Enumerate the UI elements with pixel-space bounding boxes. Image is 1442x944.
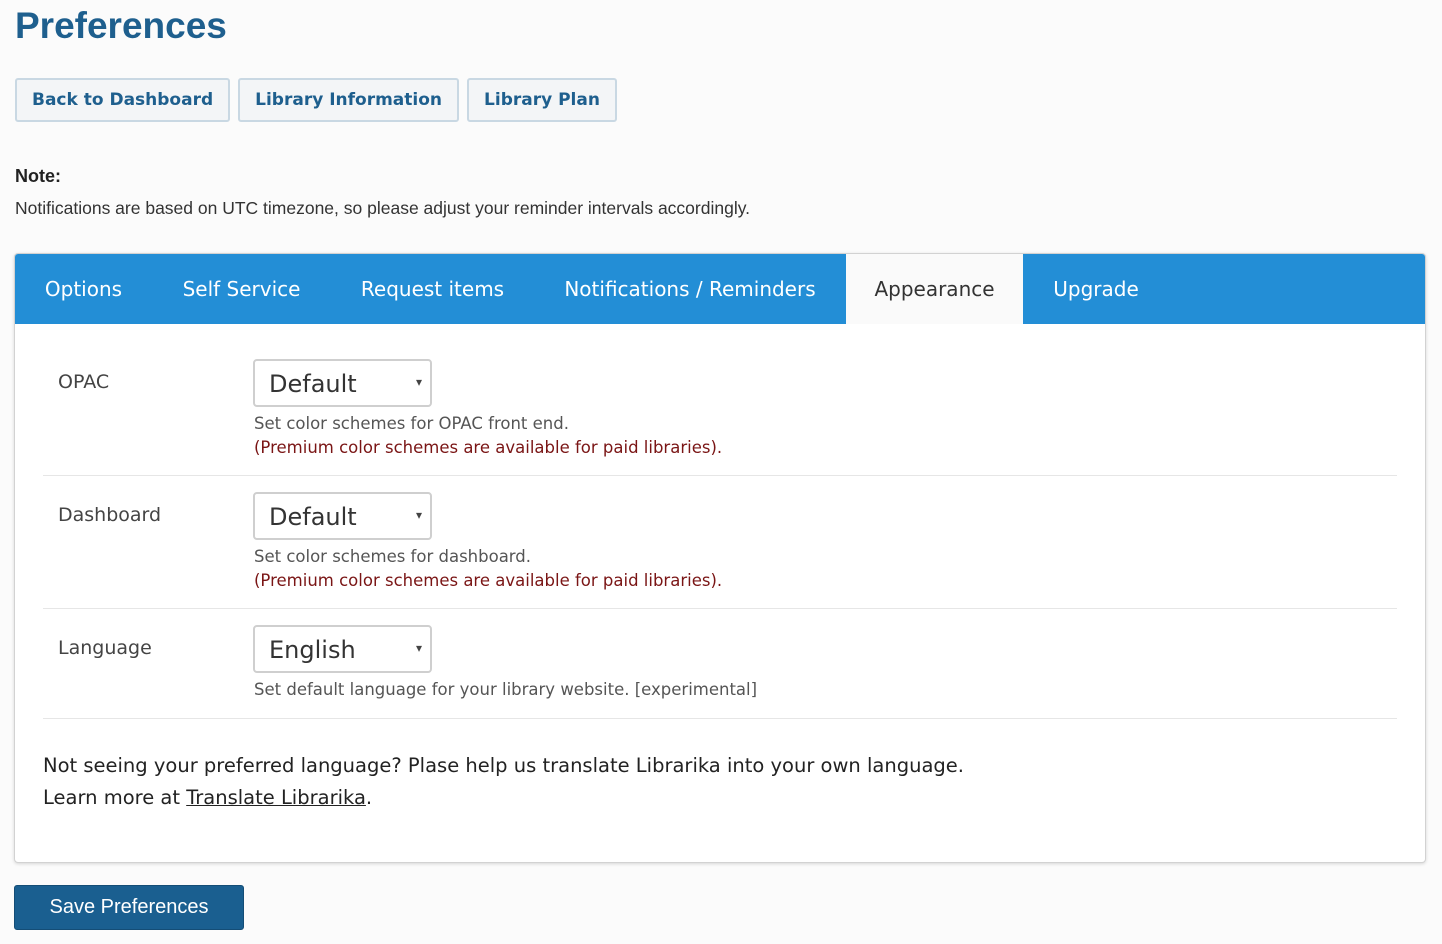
tab-appearance[interactable]: Appearance: [846, 254, 1023, 324]
chevron-down-icon: ▾: [415, 508, 422, 522]
language-label: Language: [58, 637, 152, 659]
opac-select[interactable]: Default ▾: [253, 359, 432, 407]
learn-more-prefix: Learn more at: [43, 786, 187, 809]
back-to-dashboard-button[interactable]: Back to Dashboard: [15, 78, 231, 122]
tab-bar: Options Self Service Request items Notif…: [15, 254, 1425, 324]
dashboard-label: Dashboard: [58, 504, 162, 526]
preferences-card: Options Self Service Request items Notif…: [14, 253, 1426, 863]
save-preferences-button[interactable]: Save Preferences: [14, 885, 244, 930]
note-title: Note:: [15, 166, 61, 186]
opac-row: OPAC Default ▾ Set color schemes for OPA…: [43, 359, 1397, 476]
translation-learn-more: Learn more at Translate Librarika.: [43, 786, 372, 809]
translate-librarika-link[interactable]: Translate Librarika: [186, 786, 366, 809]
tab-self-service[interactable]: Self Service: [152, 254, 331, 324]
translation-prompt: Not seeing your preferred language? Plas…: [43, 754, 964, 777]
language-row: Language English ▾ Set default language …: [43, 625, 1397, 719]
tab-options[interactable]: Options: [15, 254, 152, 324]
note-text: Notifications are based on UTC timezone,…: [15, 198, 751, 218]
language-select-value: English: [269, 636, 356, 664]
opac-premium-note: (Premium color schemes are available for…: [254, 438, 723, 457]
dashboard-premium-note: (Premium color schemes are available for…: [254, 571, 723, 590]
opac-help-text: Set color schemes for OPAC front end.: [254, 414, 569, 433]
tab-request-items[interactable]: Request items: [331, 254, 534, 324]
tab-upgrade[interactable]: Upgrade: [1023, 254, 1169, 324]
dashboard-select-value: Default: [269, 503, 357, 531]
tab-notifications-reminders[interactable]: Notifications / Reminders: [534, 254, 846, 324]
library-information-button[interactable]: Library Information: [238, 78, 460, 122]
language-select[interactable]: English ▾: [253, 625, 432, 673]
page-title: Preferences: [15, 5, 227, 46]
library-plan-button[interactable]: Library Plan: [467, 78, 617, 122]
preferences-page: Preferences Back to Dashboard Library In…: [0, 0, 1442, 944]
chevron-down-icon: ▾: [415, 375, 422, 389]
opac-select-value: Default: [269, 370, 357, 398]
dashboard-help-text: Set color schemes for dashboard.: [254, 547, 532, 566]
language-help-text: Set default language for your library we…: [254, 680, 758, 699]
top-button-group: Back to Dashboard Library Information Li…: [15, 78, 617, 122]
dashboard-row: Dashboard Default ▾ Set color schemes fo…: [43, 492, 1397, 609]
dashboard-select[interactable]: Default ▾: [253, 492, 432, 540]
opac-label: OPAC: [58, 371, 110, 393]
chevron-down-icon: ▾: [415, 641, 422, 655]
learn-more-suffix: .: [365, 786, 373, 809]
